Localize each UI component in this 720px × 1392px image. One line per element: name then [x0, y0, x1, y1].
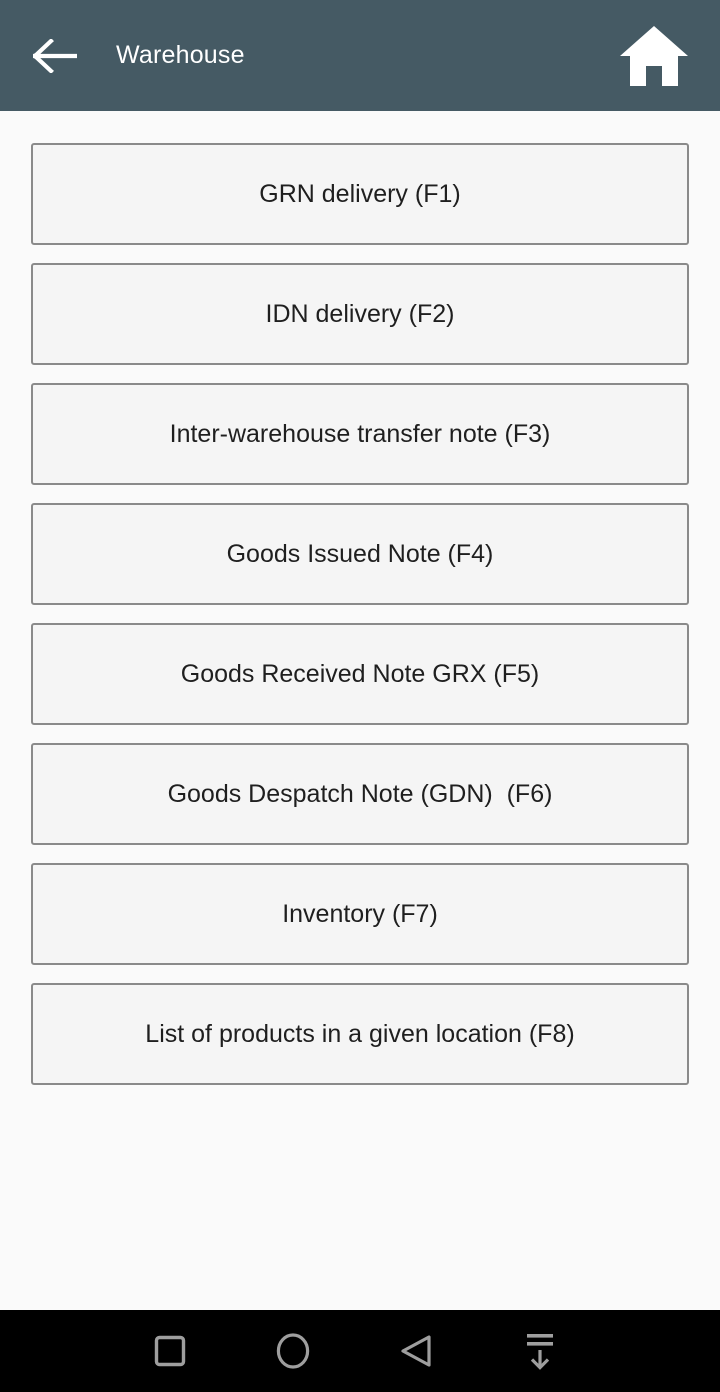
menu-button-idn-delivery[interactable]: IDN delivery (F2)	[31, 263, 689, 365]
hide-keyboard-icon	[526, 1334, 553, 1370]
home-button[interactable]	[616, 20, 692, 92]
app-bar: Warehouse	[0, 0, 720, 111]
square-recents-icon	[154, 1335, 186, 1367]
menu-list: GRN delivery (F1) IDN delivery (F2) Inte…	[0, 111, 720, 1310]
page-title: Warehouse	[116, 41, 245, 69]
menu-button-goods-issued-note[interactable]: Goods Issued Note (F4)	[31, 503, 689, 605]
menu-button-goods-despatch-note[interactable]: Goods Despatch Note (GDN) (F6)	[31, 743, 689, 845]
arrow-left-icon	[33, 38, 77, 73]
nav-hide-keyboard-button[interactable]	[478, 1310, 601, 1392]
nav-back-button[interactable]	[355, 1310, 478, 1392]
navbar-spacer-right	[602, 1310, 720, 1392]
nav-recents-button[interactable]	[109, 1310, 232, 1392]
triangle-back-icon	[401, 1335, 431, 1367]
back-button[interactable]	[24, 25, 86, 87]
menu-button-goods-received-note-grx[interactable]: Goods Received Note GRX (F5)	[31, 623, 689, 725]
nav-home-button[interactable]	[232, 1310, 355, 1392]
menu-button-grn-delivery[interactable]: GRN delivery (F1)	[31, 143, 689, 245]
menu-button-inventory[interactable]: Inventory (F7)	[31, 863, 689, 965]
menu-button-interwarehouse-transfer-note[interactable]: Inter-warehouse transfer note (F3)	[31, 383, 689, 485]
home-icon	[620, 25, 688, 86]
menu-button-list-of-products-in-location[interactable]: List of products in a given location (F8…	[31, 983, 689, 1085]
app-screen: Warehouse GRN delivery (F1) IDN delivery…	[0, 0, 720, 1392]
circle-home-icon	[277, 1333, 310, 1369]
navbar-spacer-left	[0, 1310, 109, 1392]
android-navigation-bar	[0, 1310, 720, 1392]
